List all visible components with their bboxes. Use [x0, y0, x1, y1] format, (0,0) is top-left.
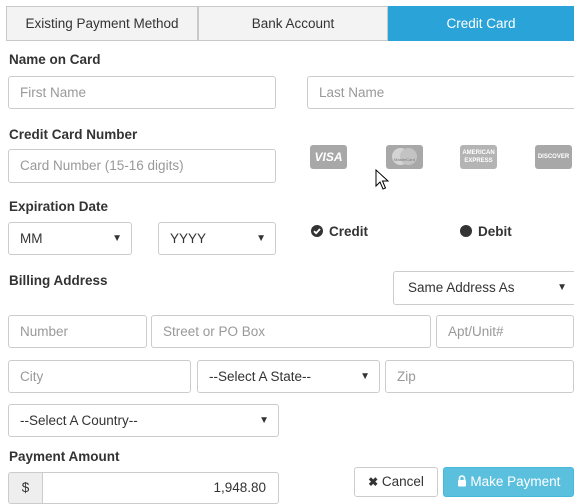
tab-existing-payment-method[interactable]: Existing Payment Method	[6, 6, 198, 41]
currency-symbol: $	[21, 480, 30, 495]
make-payment-button[interactable]: Make Payment	[443, 467, 574, 497]
credit-radio[interactable]: Credit	[311, 224, 368, 239]
first-name-input[interactable]: First Name	[8, 76, 276, 109]
same-address-select[interactable]: Same Address As ▼	[393, 271, 574, 305]
chevron-down-icon: ▼	[360, 371, 370, 382]
credit-radio-label: Credit	[329, 224, 369, 239]
card-number-input[interactable]: Card Number (15-16 digits)	[8, 149, 276, 183]
tab-bank-account-label: Bank Account	[251, 16, 335, 31]
american-express-icon-text: AMERICAN EXPRESS	[462, 150, 495, 164]
mastercard-icon-text: MasterCard	[394, 157, 415, 162]
circle-icon	[460, 225, 472, 237]
cancel-button-label: Cancel	[381, 474, 424, 489]
country-value: --Select A Country--	[20, 413, 138, 428]
tab-credit-card[interactable]: Credit Card	[388, 6, 574, 41]
expiration-date-label: Expiration Date	[9, 199, 109, 214]
currency-addon: $	[8, 472, 43, 504]
lock-icon	[457, 475, 466, 487]
tab-credit-card-label: Credit Card	[446, 16, 516, 31]
billing-address-label: Billing Address	[9, 273, 108, 288]
address-number-input[interactable]: Number	[8, 315, 147, 348]
apt-unit-input[interactable]: Apt/Unit#	[436, 315, 574, 348]
chevron-down-icon: ▼	[259, 415, 269, 426]
close-icon: ✖	[368, 475, 379, 489]
chevron-down-icon: ▼	[112, 233, 122, 244]
state-select[interactable]: --Select A State-- ▼	[197, 360, 380, 393]
expiration-year-select[interactable]: YYYY ▼	[158, 222, 276, 255]
debit-radio[interactable]: Debit	[460, 224, 512, 239]
last-name-input[interactable]: Last Name	[307, 76, 574, 109]
visa-icon-text: VISA	[314, 150, 343, 164]
payment-amount-value: 1,948.80	[213, 480, 266, 495]
debit-radio-label: Debit	[478, 224, 512, 239]
check-circle-icon	[311, 225, 323, 237]
chevron-down-icon: ▼	[557, 282, 567, 293]
payment-amount-input[interactable]: 1,948.80	[42, 472, 279, 504]
same-address-value: Same Address As	[408, 280, 515, 295]
expiration-year-value: YYYY	[170, 231, 207, 246]
expiration-month-select[interactable]: MM ▼	[8, 222, 132, 255]
street-input[interactable]: Street or PO Box	[151, 315, 431, 348]
state-value: --Select A State--	[209, 369, 312, 384]
chevron-down-icon: ▼	[256, 233, 266, 244]
discover-icon: DISCOVER	[535, 145, 572, 169]
mouse-cursor-icon	[375, 169, 390, 190]
make-payment-button-label: Make Payment	[470, 474, 561, 489]
zip-input[interactable]: Zip	[385, 360, 574, 393]
discover-icon-text: DISCOVER	[537, 154, 570, 160]
tab-existing-payment-method-label: Existing Payment Method	[25, 16, 179, 31]
cancel-button[interactable]: ✖ Cancel	[354, 467, 438, 497]
mastercard-icon: MasterCard	[386, 145, 423, 169]
name-on-card-label: Name on Card	[9, 52, 101, 67]
visa-icon: VISA	[310, 145, 347, 169]
expiration-month-value: MM	[20, 231, 43, 246]
american-express-icon: AMERICAN EXPRESS	[460, 145, 497, 169]
credit-card-number-label: Credit Card Number	[9, 127, 138, 142]
payment-amount-label: Payment Amount	[9, 449, 120, 464]
country-select[interactable]: --Select A Country-- ▼	[8, 404, 279, 437]
city-input[interactable]: City	[8, 360, 191, 393]
tab-bank-account[interactable]: Bank Account	[198, 6, 388, 41]
payment-amount-group: $ 1,948.80	[8, 472, 279, 504]
